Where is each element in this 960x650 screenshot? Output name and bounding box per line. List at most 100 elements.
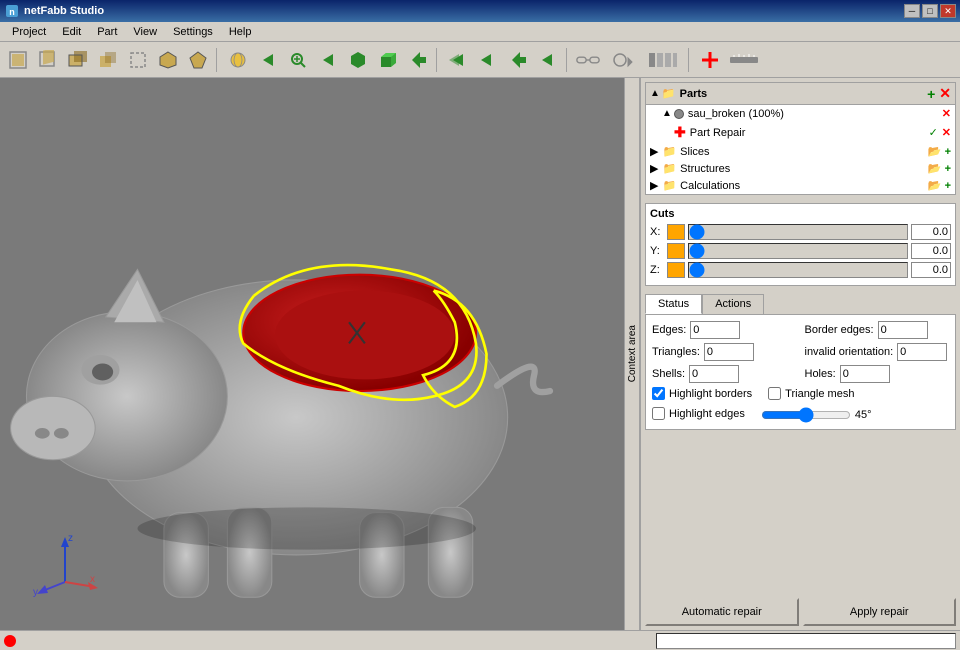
structures-actions: 📂 +	[928, 162, 951, 175]
cut-z-slider-container	[688, 262, 908, 278]
toolbar-view4[interactable]	[94, 46, 122, 74]
menu-settings[interactable]: Settings	[165, 24, 221, 40]
triangle-mesh-row: Triangle mesh	[768, 387, 854, 400]
maximize-button[interactable]: □	[922, 4, 938, 18]
toolbar-view3[interactable]	[64, 46, 92, 74]
structures-add-icon[interactable]: +	[945, 163, 951, 175]
triangle-mesh-checkbox[interactable]	[768, 387, 781, 400]
tree-header: ▲ 📁 Parts + ✕	[646, 83, 955, 105]
cut-x-value[interactable]	[911, 224, 951, 240]
cut-row-x: X:	[650, 224, 951, 240]
context-area-strip: Context area	[624, 78, 640, 630]
invalid-orient-value[interactable]	[897, 343, 947, 361]
minimize-button[interactable]: ─	[904, 4, 920, 18]
toolbar-nav-left[interactable]	[254, 46, 282, 74]
tab-status[interactable]: Status	[645, 294, 702, 314]
menu-project[interactable]: Project	[4, 24, 54, 40]
toolbar-nav5[interactable]	[474, 46, 502, 74]
tree-item-part[interactable]: ▲ sau_broken (100%) ✕	[646, 105, 955, 122]
toolbar-sep3	[566, 48, 570, 72]
cut-y-btn[interactable]	[667, 243, 685, 259]
calc-actions: 📂 +	[928, 179, 951, 192]
tree-part-label: sau_broken (100%)	[688, 108, 784, 120]
highlight-borders-checkbox[interactable]	[652, 387, 665, 400]
toolbar-sep4	[688, 48, 692, 72]
window-title: netFabb Studio	[24, 5, 904, 17]
parts-tree: ▲ 📁 Parts + ✕ ▲ sau_broken (100%) ✕ ✚ Pa…	[645, 82, 956, 195]
tab-actions[interactable]: Actions	[702, 294, 764, 314]
border-edges-value[interactable]	[878, 321, 928, 339]
toolbar-view2[interactable]	[34, 46, 62, 74]
svg-text:z: z	[68, 533, 73, 544]
toolbar-nav4[interactable]	[444, 46, 472, 74]
parts-remove-btn[interactable]: ✕	[939, 85, 951, 102]
stat-row-1: Edges: Border edges:	[652, 321, 949, 339]
menu-part[interactable]: Part	[89, 24, 125, 40]
stat-invalid-orient: invalid orientation:	[805, 343, 950, 361]
toolbar-view7[interactable]	[184, 46, 212, 74]
toolbar-view1[interactable]	[4, 46, 32, 74]
tree-part-remove[interactable]: ✕	[942, 107, 951, 120]
toolbar-nav2[interactable]	[314, 46, 342, 74]
toolbar-add-btn[interactable]	[696, 46, 724, 74]
checkbox-row-1: Highlight borders Triangle mesh	[652, 387, 949, 403]
toolbar-nav6[interactable]	[504, 46, 532, 74]
toolbar-nav3[interactable]	[404, 46, 432, 74]
menu-help[interactable]: Help	[221, 24, 260, 40]
automatic-repair-button[interactable]: Automatic repair	[645, 598, 799, 626]
menu-view[interactable]: View	[125, 24, 165, 40]
close-button[interactable]: ✕	[940, 4, 956, 18]
toolbar-dropdown1[interactable]	[604, 46, 640, 74]
toolbar-grid[interactable]	[642, 46, 684, 74]
cut-y-value[interactable]	[911, 243, 951, 259]
checkbox-row-2: Highlight edges 45°	[652, 407, 949, 423]
toolbar-ruler[interactable]	[726, 46, 762, 74]
tree-item-calculations[interactable]: ▶ 📁 Calculations 📂 +	[646, 177, 955, 194]
calc-open-icon[interactable]: 📂	[928, 180, 942, 192]
cut-row-z: Z:	[650, 262, 951, 278]
toolbar-sep2	[436, 48, 440, 72]
edges-value[interactable]	[690, 321, 740, 339]
structures-open-icon[interactable]: 📂	[928, 163, 942, 175]
toolbar-sphere[interactable]	[224, 46, 252, 74]
tree-expand-icon: ▲	[662, 108, 672, 119]
toolbar-cube-green[interactable]	[374, 46, 402, 74]
parts-add-btn[interactable]: +	[927, 86, 935, 102]
slices-open-icon[interactable]: 📂	[928, 146, 942, 158]
viewport[interactable]: z y x	[0, 78, 624, 630]
calc-add-icon[interactable]: +	[945, 180, 951, 192]
repair-check[interactable]: ✓	[929, 126, 938, 139]
shells-value[interactable]	[689, 365, 739, 383]
cut-x-btn[interactable]	[667, 224, 685, 240]
menu-edit[interactable]: Edit	[54, 24, 89, 40]
cut-z-slider[interactable]	[689, 263, 907, 277]
stat-edges: Edges:	[652, 321, 797, 339]
toolbar-nav7[interactable]	[534, 46, 562, 74]
tree-item-repair[interactable]: ✚ Part Repair ✓ ✕	[646, 122, 955, 143]
cut-z-btn[interactable]	[667, 262, 685, 278]
cut-y-slider[interactable]	[689, 244, 907, 258]
toolbar-zoom[interactable]	[284, 46, 312, 74]
slices-folder-icon: 📁	[662, 145, 676, 158]
angle-slider[interactable]	[761, 407, 851, 423]
status-input[interactable]	[656, 633, 956, 649]
toolbar	[0, 42, 960, 78]
highlight-edges-checkbox[interactable]	[652, 407, 665, 420]
toolbar-hex[interactable]	[344, 46, 372, 74]
apply-repair-button[interactable]: Apply repair	[803, 598, 957, 626]
triangles-value[interactable]	[704, 343, 754, 361]
tree-structures-label: Structures	[680, 163, 730, 175]
toolbar-view5[interactable]	[124, 46, 152, 74]
tree-item-slices[interactable]: ▶ 📁 Slices 📂 +	[646, 143, 955, 160]
highlight-borders-label: Highlight borders	[669, 388, 752, 400]
holes-value[interactable]	[840, 365, 890, 383]
svg-text:y: y	[33, 587, 38, 597]
slices-add-icon[interactable]: +	[945, 146, 951, 158]
angle-row: 45°	[761, 407, 872, 423]
tree-item-structures[interactable]: ▶ 📁 Structures 📂 +	[646, 160, 955, 177]
cut-x-slider[interactable]	[689, 225, 907, 239]
toolbar-view6[interactable]	[154, 46, 182, 74]
toolbar-chain[interactable]	[574, 46, 602, 74]
cut-z-value[interactable]	[911, 262, 951, 278]
repair-remove[interactable]: ✕	[942, 126, 951, 139]
